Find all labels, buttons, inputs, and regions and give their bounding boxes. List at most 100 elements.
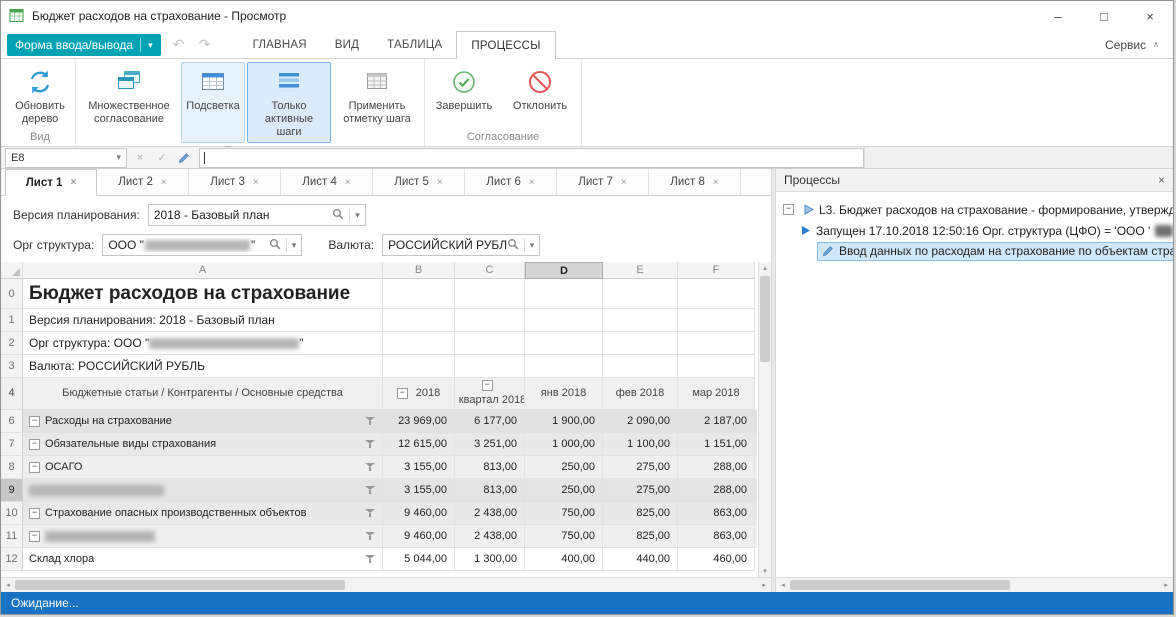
row-header[interactable]: 6 [1,410,23,433]
grid-cell[interactable]: 863,00 [678,502,755,525]
close-icon[interactable]: × [161,177,167,188]
row-header[interactable]: 9 [1,479,23,502]
collapse-icon[interactable] [783,204,794,215]
sheet-tab-8[interactable]: Лист 8× [649,169,741,195]
grid-cell[interactable]: 250,00 [525,456,603,479]
scroll-left-icon[interactable]: ◂ [1,578,15,592]
tab-vid[interactable]: ВИД [321,31,373,58]
search-icon[interactable] [332,208,344,223]
grid-cell[interactable]: Версия планирования: 2018 - Базовый план [23,309,383,332]
sheet-tab-3[interactable]: Лист 3× [189,169,281,195]
filter-icon[interactable] [365,462,376,472]
horizontal-scrollbar[interactable]: ◂ ▸ [1,577,771,592]
scrollbar-thumb[interactable] [15,580,345,590]
filter-icon[interactable] [365,485,376,495]
process-tree-item-step[interactable]: Ввод данных по расходам на страхование п… [776,241,1173,262]
grid-cell[interactable]: 1 151,00 [678,433,755,456]
grid-cell[interactable]: 288,00 [678,479,755,502]
service-menu[interactable]: Сервис ∧ [1091,31,1173,58]
currency-combobox[interactable]: РОССИЙСКИЙ РУБЛЬ ▾ [382,234,540,256]
budget-item-cell[interactable]: Расходы на страхование [23,410,383,433]
sheet-tab-4[interactable]: Лист 4× [281,169,373,195]
grid-cell[interactable] [455,309,525,332]
redo-button[interactable]: ↷ [197,36,213,53]
column-header-b[interactable]: B [383,262,455,279]
filter-icon[interactable] [365,416,376,426]
grid-cell[interactable] [678,355,755,378]
reject-button[interactable]: Отклонить [502,62,578,129]
cell-reference-box[interactable]: E8 ▾ [5,148,127,168]
grid-cell[interactable]: 1 900,00 [525,410,603,433]
grid-cell[interactable]: 1 300,00 [455,548,525,571]
close-icon[interactable]: × [345,177,351,188]
finish-button[interactable]: Завершить [428,62,500,129]
select-all-corner[interactable] [1,262,23,279]
grid-cell[interactable]: 288,00 [678,456,755,479]
row-header[interactable]: 8 [1,456,23,479]
undo-button[interactable]: ↶ [171,36,187,53]
grid-cell[interactable]: 1 100,00 [603,433,678,456]
table-header-cell[interactable]: фев 2018 [603,378,678,410]
scroll-up-icon[interactable]: ▴ [759,264,771,272]
close-icon[interactable]: × [621,177,627,188]
grid-cell[interactable]: 23 969,00 [383,410,455,433]
grid-cell[interactable]: 2 438,00 [455,525,525,548]
column-header-a[interactable]: A [23,262,383,279]
collapse-icon[interactable] [397,388,408,399]
scroll-right-icon[interactable]: ▸ [1159,578,1173,592]
sheet-tab-6[interactable]: Лист 6× [465,169,557,195]
grid-cell[interactable]: 440,00 [603,548,678,571]
grid-cell[interactable] [383,309,455,332]
chevron-down-icon[interactable]: ▾ [355,210,360,221]
scroll-right-icon[interactable]: ▸ [757,578,771,592]
budget-item-cell[interactable]: Обязательные виды страхования [23,433,383,456]
formula-edit-icon[interactable] [175,152,193,164]
grid-cell[interactable]: 275,00 [603,479,678,502]
grid-cell[interactable]: 2 090,00 [603,410,678,433]
close-icon[interactable]: × [529,177,535,188]
close-icon[interactable]: × [253,177,259,188]
chevron-down-icon[interactable]: ▾ [530,240,535,251]
highlight-button[interactable]: Подсветка [181,62,245,143]
budget-item-cell[interactable] [23,479,383,502]
active-steps-only-button[interactable]: Только активные шаги [247,62,331,143]
budget-item-cell[interactable]: Страхование опасных производственных объ… [23,502,383,525]
collapse-icon[interactable] [29,508,40,519]
cancel-entry-icon[interactable]: × [131,152,149,164]
grid-cell[interactable] [678,309,755,332]
table-header-cell[interactable]: мар 2018 [678,378,755,410]
grid-cell[interactable] [525,332,603,355]
scroll-left-icon[interactable]: ◂ [776,578,790,592]
collapse-icon[interactable] [29,416,40,427]
grid-cell[interactable] [678,279,755,309]
grid-cell[interactable]: 2 438,00 [455,502,525,525]
chevron-down-icon[interactable]: ▾ [292,240,297,251]
grid-cell[interactable] [455,279,525,309]
scrollbar-thumb[interactable] [760,276,770,362]
grid-cell[interactable] [383,332,455,355]
grid-cell[interactable] [525,355,603,378]
multi-approval-button[interactable]: Множественное согласование [79,62,179,143]
budget-item-cell[interactable] [23,525,383,548]
search-icon[interactable] [507,238,519,253]
grid-cell[interactable] [525,279,603,309]
filter-icon[interactable] [365,554,376,564]
grid-cell[interactable]: 250,00 [525,479,603,502]
grid-cell[interactable]: 825,00 [603,502,678,525]
tab-protsessy[interactable]: ПРОЦЕССЫ [456,31,555,59]
grid-cell[interactable]: 460,00 [678,548,755,571]
grid-cell[interactable]: 813,00 [455,456,525,479]
row-header[interactable]: 0 [1,279,23,309]
table-header-cell[interactable]: 2018 [383,378,455,410]
grid-cell[interactable]: 750,00 [525,525,603,548]
formula-input[interactable] [199,148,864,168]
table-header-label[interactable]: Бюджетные статьи / Контрагенты / Основны… [23,378,383,410]
close-icon[interactable]: × [713,177,719,188]
apply-step-mark-button[interactable]: Применить отметку шага [333,62,421,143]
tab-glavnaya[interactable]: ГЛАВНАЯ [239,31,321,58]
column-header-f[interactable]: F [678,262,755,279]
search-icon[interactable] [269,238,281,253]
minimize-button[interactable]: – [1035,1,1081,31]
table-header-cell[interactable]: янв 2018 [525,378,603,410]
collapse-icon[interactable] [29,531,40,542]
